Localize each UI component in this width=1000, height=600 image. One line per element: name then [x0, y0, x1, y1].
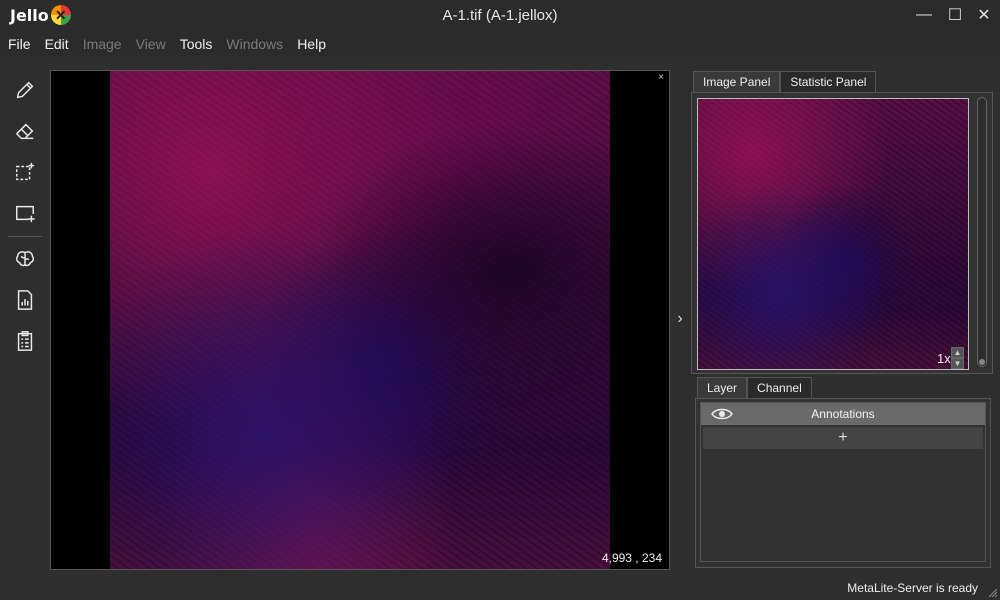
clipboard-icon[interactable]	[12, 328, 38, 354]
tab-channel[interactable]: Channel	[747, 377, 812, 398]
minimize-button[interactable]: —	[911, 4, 937, 26]
menu-view: View	[135, 36, 166, 52]
viewer-close-icon[interactable]: ×	[656, 73, 666, 83]
top-tab-bar: Image Panel Statistic Panel	[693, 71, 877, 92]
image-viewer[interactable]: × 4,993 , 234	[50, 70, 670, 570]
tab-statistic-panel[interactable]: Statistic Panel	[780, 71, 877, 92]
add-rect-icon[interactable]	[12, 200, 38, 226]
menu-file[interactable]: File	[4, 36, 39, 52]
image-panel: 1x ▲ ▼	[691, 92, 993, 374]
zoom-stepper[interactable]: ▲ ▼	[951, 347, 964, 369]
maximize-button[interactable]: ☐	[942, 4, 968, 26]
app-logo: Jello ✕	[10, 5, 71, 25]
title-bar[interactable]: Jello ✕ A-1.tif (A-1.jellox) — ☐ ✕	[0, 0, 1000, 32]
menu-help[interactable]: Help	[293, 36, 334, 52]
logo-badge-icon: ✕	[50, 5, 71, 25]
selection-icon[interactable]	[12, 159, 38, 185]
logo-text: Jello	[10, 5, 49, 25]
overview-thumbnail[interactable]	[697, 98, 969, 370]
toolbar-separator	[8, 236, 42, 237]
zoom-up-icon[interactable]: ▲	[951, 347, 964, 358]
menu-edit[interactable]: Edit	[41, 36, 77, 52]
menu-image: Image	[82, 36, 122, 52]
layer-row-annotations[interactable]: Annotations	[701, 403, 985, 425]
tool-bar	[0, 70, 50, 370]
layer-panel: Annotations +	[695, 398, 991, 568]
scrollbar-thumb[interactable]	[979, 359, 985, 365]
bottom-tab-bar: Layer Channel	[697, 377, 812, 398]
app-window: Jello ✕ A-1.tif (A-1.jellox) — ☐ ✕ File …	[0, 0, 1000, 600]
eraser-icon[interactable]	[12, 118, 38, 144]
layer-name: Annotations	[811, 407, 875, 421]
layer-list: Annotations +	[700, 402, 986, 562]
tab-layer[interactable]: Layer	[697, 377, 748, 398]
add-layer-button[interactable]: +	[703, 427, 983, 449]
status-text: MetaLite-Server is ready	[847, 581, 978, 595]
menu-tools[interactable]: Tools	[176, 36, 221, 52]
brain-icon[interactable]	[12, 246, 38, 272]
window-title: A-1.tif (A-1.jellox)	[442, 7, 558, 24]
cursor-coordinates: 4,993 , 234	[601, 551, 662, 565]
menu-windows: Windows	[226, 36, 284, 52]
tab-image-panel[interactable]: Image Panel	[693, 71, 781, 92]
tissue-image[interactable]	[110, 71, 610, 569]
report-icon[interactable]	[12, 287, 38, 313]
zoom-down-icon[interactable]: ▼	[951, 358, 964, 369]
resize-grip-icon[interactable]	[988, 588, 998, 598]
chevron-right-icon[interactable]: ›	[673, 310, 687, 330]
pencil-icon[interactable]	[12, 77, 38, 103]
vertical-scrollbar[interactable]	[977, 97, 987, 367]
zoom-level: 1x	[937, 351, 951, 366]
close-button[interactable]: ✕	[971, 4, 997, 26]
menu-bar: File Edit Image View Tools Windows Help	[0, 32, 1000, 56]
